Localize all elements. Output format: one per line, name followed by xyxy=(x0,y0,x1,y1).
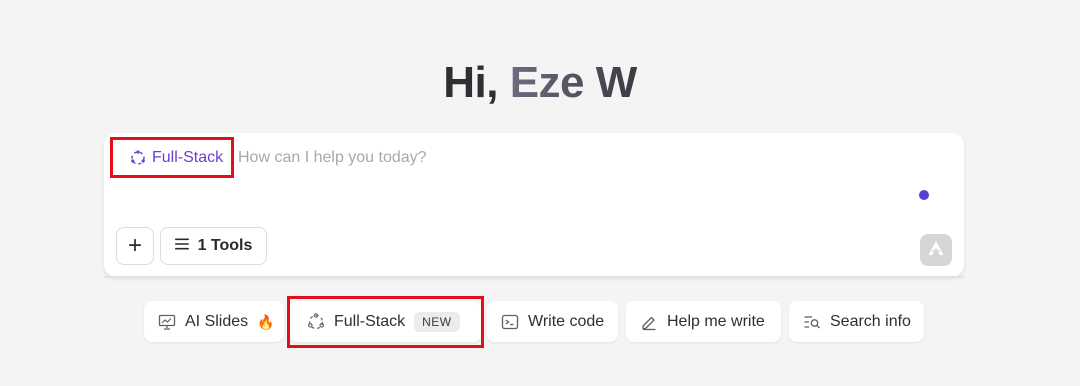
quick-actions-row: AI Slides 🔥 Full-Stack NEW Write code He… xyxy=(0,301,1080,342)
full-stack-icon xyxy=(130,149,146,166)
tools-button-label: 1 Tools xyxy=(197,237,253,254)
greeting-heading: Hi, Eze W xyxy=(0,58,1080,108)
greeting-user-name: Eze W xyxy=(509,58,638,107)
quick-action-ai-slides[interactable]: AI Slides 🔥 xyxy=(144,301,284,342)
quick-action-label: Help me write xyxy=(667,312,765,330)
composer-bottom-edge xyxy=(104,276,964,278)
tools-button[interactable]: 1 Tools xyxy=(160,227,267,265)
quick-action-label: Write code xyxy=(528,312,605,330)
new-badge: NEW xyxy=(414,311,460,332)
mode-tag-full-stack[interactable]: Full-Stack xyxy=(110,137,234,178)
quick-action-help-me-write[interactable]: Help me write xyxy=(626,301,781,342)
chat-composer: Full-Stack + 1 Tools xyxy=(104,133,964,278)
prompt-input[interactable] xyxy=(238,146,878,170)
quick-action-label: Full-Stack xyxy=(334,312,406,330)
quick-action-write-code[interactable]: Write code xyxy=(487,301,618,342)
slides-icon xyxy=(158,314,176,330)
full-stack-icon xyxy=(307,312,325,331)
status-dot xyxy=(919,190,929,200)
terminal-icon xyxy=(501,314,519,330)
quick-action-search-info[interactable]: Search info xyxy=(789,301,924,342)
search-list-icon xyxy=(803,314,821,330)
send-button[interactable] xyxy=(920,234,952,266)
greeting-hi: Hi, xyxy=(443,58,510,107)
quick-action-label: Search info xyxy=(830,312,911,330)
quick-action-full-stack[interactable]: Full-Stack NEW xyxy=(289,301,481,342)
attach-plus-button[interactable]: + xyxy=(116,227,154,265)
menu-lines-icon xyxy=(174,237,189,255)
pen-icon xyxy=(640,313,658,331)
mode-tag-label: Full-Stack xyxy=(152,148,224,166)
send-logo-icon xyxy=(927,240,945,261)
fire-icon: 🔥 xyxy=(257,313,275,330)
plus-icon: + xyxy=(127,232,142,259)
quick-action-label: AI Slides xyxy=(185,312,249,330)
